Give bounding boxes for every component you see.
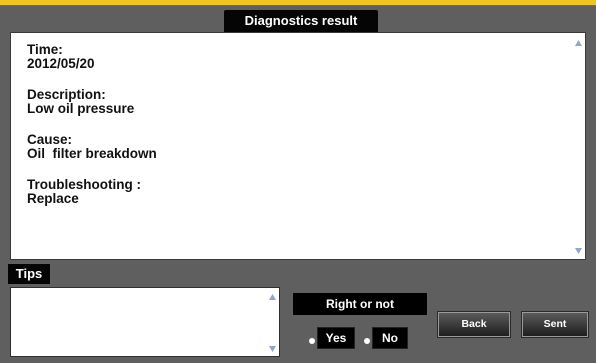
- scroll-up-arrow-icon[interactable]: [574, 39, 582, 47]
- troubleshooting-field: Troubleshooting : Replace: [27, 178, 563, 206]
- cause-field: Cause: Oil filter breakdown: [27, 133, 563, 161]
- result-content: Time: 2012/05/20 Description: Low oil pr…: [27, 43, 563, 223]
- time-field: Time: 2012/05/20: [27, 43, 563, 71]
- yes-button[interactable]: Yes: [317, 327, 355, 349]
- no-button[interactable]: No: [372, 327, 408, 349]
- window-title: Diagnostics result: [224, 10, 378, 32]
- scroll-down-arrow-icon[interactable]: [574, 247, 582, 255]
- tips-scroll-down-arrow-icon[interactable]: [268, 345, 276, 353]
- troubleshooting-value: Replace: [27, 191, 79, 206]
- troubleshooting-label: Troubleshooting :: [27, 177, 141, 192]
- tips-scroll-up-arrow-icon[interactable]: [268, 293, 276, 301]
- back-button[interactable]: Back: [438, 312, 510, 337]
- diagnostics-result-panel: Time: 2012/05/20 Description: Low oil pr…: [10, 32, 586, 260]
- tips-textarea[interactable]: [10, 287, 280, 357]
- cause-label: Cause:: [27, 132, 73, 147]
- sent-button[interactable]: Sent: [522, 312, 588, 337]
- description-label: Description:: [27, 87, 106, 102]
- cause-value: Oil filter breakdown: [27, 146, 157, 161]
- time-label: Time:: [27, 42, 63, 57]
- top-accent-bar: [0, 0, 596, 6]
- tips-label: Tips: [8, 264, 50, 284]
- time-value: 2012/05/20: [27, 56, 95, 71]
- no-radio-dot-icon[interactable]: [364, 338, 370, 344]
- description-field: Description: Low oil pressure: [27, 88, 563, 116]
- description-value: Low oil pressure: [27, 101, 135, 116]
- yes-radio-dot-icon[interactable]: [309, 338, 315, 344]
- right-or-not-prompt: Right or not: [293, 293, 427, 315]
